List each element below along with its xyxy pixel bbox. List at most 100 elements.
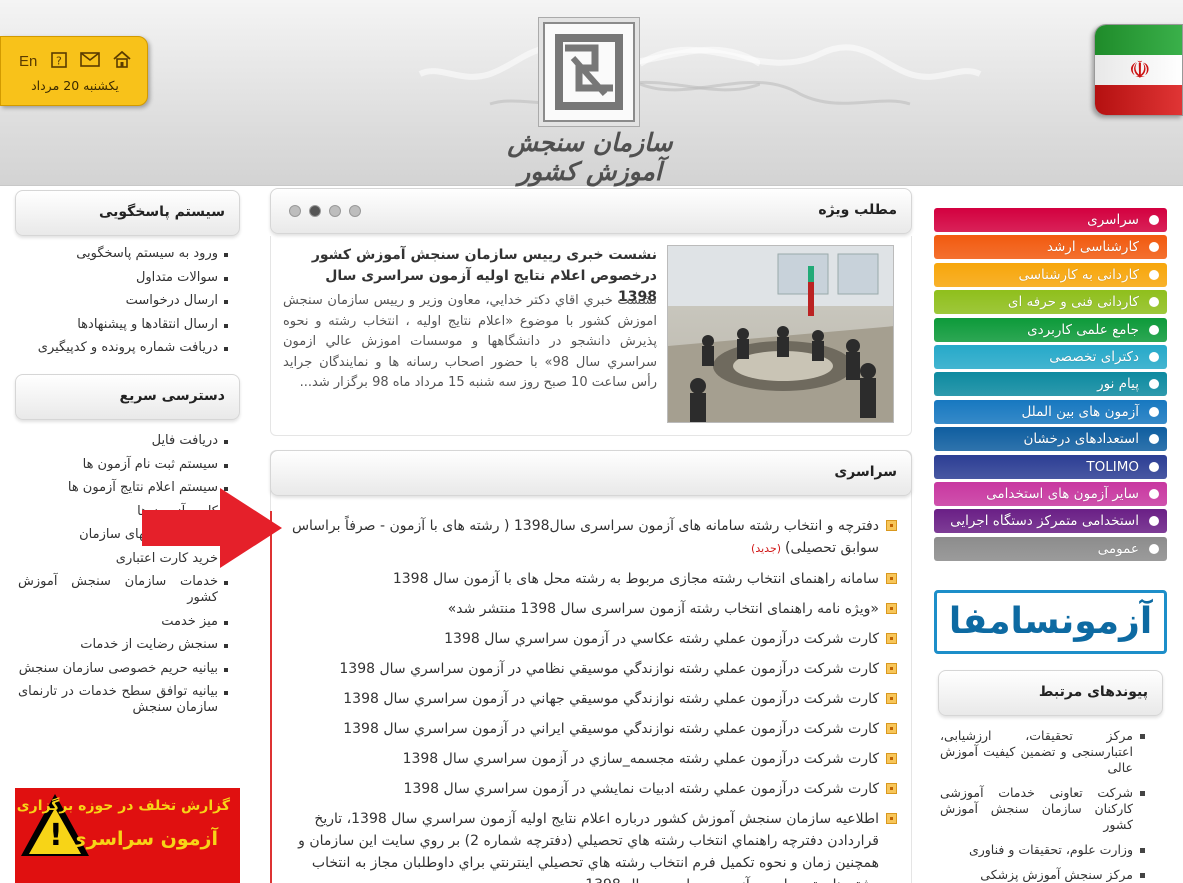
news-item[interactable]: دفترچه و انتخاب رشته سامانه های آزمون سر… bbox=[283, 515, 897, 560]
bullet-icon bbox=[886, 663, 897, 674]
home-icon[interactable] bbox=[113, 50, 131, 72]
report-banner-line1: گزارش تخلف در حوزه برگزاری bbox=[16, 798, 230, 814]
news-item[interactable]: سامانه راهنمای انتخاب رشته مجازی مربوط ب… bbox=[283, 568, 897, 590]
featured-photo[interactable] bbox=[667, 245, 894, 423]
category-item[interactable]: سایر آزمون های استخدامی bbox=[934, 481, 1167, 506]
category-label: پیام نور bbox=[1097, 376, 1139, 393]
language-link[interactable]: En bbox=[19, 53, 37, 70]
category-item[interactable]: کارشناسی ارشد bbox=[934, 235, 1167, 260]
slider-dot[interactable] bbox=[289, 205, 301, 217]
bullet-icon bbox=[1149, 434, 1159, 445]
bullet-icon bbox=[1149, 461, 1159, 472]
news-item-text: كارت شركت درآزمون عملي رشته نوازندگي موس… bbox=[343, 691, 879, 707]
category-item[interactable]: دکترای تخصصی bbox=[934, 344, 1167, 369]
related-link[interactable]: مرکز تحقیقات، ارزشیابی، اعتبارسنجی و تضم… bbox=[940, 728, 1145, 776]
quick-access-link[interactable]: میز خدمت bbox=[18, 614, 228, 630]
category-item[interactable]: کاردانی فنی و حرفه ای bbox=[934, 290, 1167, 315]
slider-dot-active[interactable] bbox=[309, 205, 321, 217]
news-item[interactable]: كارت شركت درآزمون عملي رشته نوازندگي موس… bbox=[283, 688, 897, 710]
related-link[interactable]: شرکت تعاونی خدمات آموزشی کارکنان سازمان … bbox=[940, 785, 1145, 833]
news-item[interactable]: كارت شركت درآزمون عملي رشته ادبيات نمايش… bbox=[283, 778, 897, 800]
bullet-icon bbox=[886, 633, 897, 644]
bullet-icon bbox=[1149, 297, 1159, 308]
qa-system-title: سیستم پاسخگویی bbox=[98, 204, 225, 220]
bullet-icon bbox=[886, 783, 897, 794]
category-item[interactable]: آزمون های بین الملل bbox=[934, 399, 1167, 424]
category-item[interactable]: کاردانی به کارشناسی bbox=[934, 262, 1167, 287]
quick-access-link[interactable]: بیانیه توافق سطح خدمات در تارنمای سازمان… bbox=[18, 684, 228, 716]
qa-link[interactable]: سوالات متداول bbox=[18, 270, 228, 286]
organization-name: سازمان سنجش آموزش کشور bbox=[507, 128, 673, 186]
violation-report-banner[interactable]: ! گزارش تخلف در حوزه برگزاری آزمون سراسر… bbox=[15, 788, 240, 883]
news-item[interactable]: كارت شركت درآزمون عملي رشته مجسمه_سازي د… bbox=[283, 748, 897, 770]
quick-access-link[interactable]: سنجش رضایت از خدمات bbox=[18, 637, 228, 653]
slider-dot[interactable] bbox=[329, 205, 341, 217]
quick-access-link[interactable]: دریافت فایل bbox=[18, 433, 228, 449]
featured-header: مطلب ویژه bbox=[270, 188, 912, 234]
related-link[interactable]: مرکز سنجش آموزش پزشکی bbox=[940, 867, 1145, 883]
category-item[interactable]: استعدادهای درخشان bbox=[934, 427, 1167, 452]
category-label: کاردانی فنی و حرفه ای bbox=[1007, 294, 1139, 311]
qa-system-list: ورود به سیستم پاسخگویی سوالات متداول ارسال… bbox=[18, 246, 228, 364]
category-label: کارشناسی ارشد bbox=[1046, 239, 1139, 256]
help-icon[interactable]: ? bbox=[50, 51, 67, 72]
qa-link[interactable]: ارسال درخواست bbox=[18, 293, 228, 309]
news-item-text: كارت شركت درآزمون عملي رشته عكاسي در آزم… bbox=[444, 631, 879, 647]
quick-access-link[interactable]: سیستم ثبت نام آزمون ها bbox=[18, 457, 228, 473]
category-item[interactable]: استخدامی متمرکز دستگاه اجرایی bbox=[934, 509, 1167, 534]
quick-access-link[interactable]: خدمات سازمان سنجش آموزش کشور bbox=[18, 574, 228, 606]
bullet-icon bbox=[1149, 215, 1159, 225]
category-item[interactable]: پیام نور bbox=[934, 372, 1167, 397]
slider-dots bbox=[289, 205, 361, 217]
news-item[interactable]: كارت شركت درآزمون عملي رشته نوازندگي موس… bbox=[283, 718, 897, 740]
category-label: استعدادهای درخشان bbox=[1023, 431, 1139, 448]
news-item-text: «ویژه نامه راهنمای انتخاب رشته آزمون سرا… bbox=[447, 601, 879, 617]
qa-link[interactable]: ارسال انتقادها و پیشنهادها bbox=[18, 317, 228, 333]
bullet-icon bbox=[1149, 351, 1159, 362]
bullet-icon bbox=[1149, 543, 1159, 554]
news-item-text: كارت شركت درآزمون عملي رشته نوازندگي موس… bbox=[343, 721, 879, 737]
news-item[interactable]: كارت شركت درآزمون عملي رشته عكاسي در آزم… bbox=[283, 628, 897, 650]
news-item[interactable]: اطلاعيه سازمان سنجش آموزش كشور درباره اع… bbox=[283, 808, 897, 883]
emblem-icon: ☫ bbox=[1129, 55, 1151, 84]
qa-link[interactable]: ورود به سیستم پاسخگویی bbox=[18, 246, 228, 262]
news-item-text: كارت شركت درآزمون عملي رشته مجسمه_سازي د… bbox=[402, 751, 879, 767]
quick-access-header: دسترسی سریع bbox=[15, 374, 240, 420]
organization-logo[interactable] bbox=[543, 22, 635, 122]
quick-access-link[interactable]: بیانیه حریم خصوصی سازمان سنجش bbox=[18, 661, 228, 677]
qa-system-header: سیستم پاسخگویی bbox=[15, 190, 240, 236]
bullet-icon bbox=[1149, 488, 1159, 499]
samfa-banner[interactable]: آزمونسامفا bbox=[934, 590, 1167, 654]
news-item-text: دفترچه و انتخاب رشته سامانه های آزمون سر… bbox=[291, 518, 879, 556]
bullet-icon bbox=[886, 603, 897, 614]
category-label: سایر آزمون های استخدامی bbox=[986, 485, 1139, 502]
ornament-right bbox=[640, 44, 982, 106]
bullet-icon bbox=[886, 520, 897, 531]
news-item[interactable]: «ویژه نامه راهنمای انتخاب رشته آزمون سرا… bbox=[283, 598, 897, 620]
category-item[interactable]: جامع علمی کاربردی bbox=[934, 317, 1167, 342]
news-item[interactable]: كارت شركت درآزمون عملي رشته نوازندگي موس… bbox=[283, 658, 897, 680]
bullet-icon bbox=[886, 573, 897, 584]
bullet-icon bbox=[886, 813, 897, 824]
quick-access-list: دریافت فایل سیستم ثبت نام آزمون ها سیستم ا… bbox=[18, 433, 228, 724]
warning-icon: ! bbox=[49, 818, 63, 853]
related-links-header: پیوندهای مرتبط bbox=[938, 670, 1163, 716]
featured-title: مطلب ویژه bbox=[818, 202, 897, 218]
mail-icon[interactable] bbox=[79, 52, 100, 71]
related-links-title: پیوندهای مرتبط bbox=[1038, 684, 1148, 700]
category-item[interactable]: سراسری bbox=[934, 208, 1167, 232]
slider-dot[interactable] bbox=[349, 205, 361, 217]
red-arrow-icon bbox=[142, 488, 282, 568]
category-item[interactable]: TOLIMO bbox=[934, 454, 1167, 479]
news-list: دفترچه و انتخاب رشته سامانه های آزمون سر… bbox=[283, 515, 897, 883]
top-tools-box: En ? یکشنبه 20 مرداد bbox=[0, 36, 148, 106]
category-item[interactable]: عمومی bbox=[934, 536, 1167, 561]
category-label: عمومی bbox=[1097, 540, 1139, 557]
related-link[interactable]: وزارت علوم، تحقیقات و فناوری bbox=[940, 842, 1145, 858]
bullet-icon bbox=[1149, 324, 1159, 335]
news-header: سراسری bbox=[270, 450, 912, 496]
qa-link[interactable]: دریافت شماره پرونده و کدپیگیری bbox=[18, 340, 228, 356]
related-links-list: مرکز تحقیقات، ارزشیابی، اعتبارسنجی و تضم… bbox=[940, 728, 1145, 883]
current-date: یکشنبه 20 مرداد bbox=[31, 78, 119, 93]
new-badge: (جدید) bbox=[751, 542, 782, 555]
